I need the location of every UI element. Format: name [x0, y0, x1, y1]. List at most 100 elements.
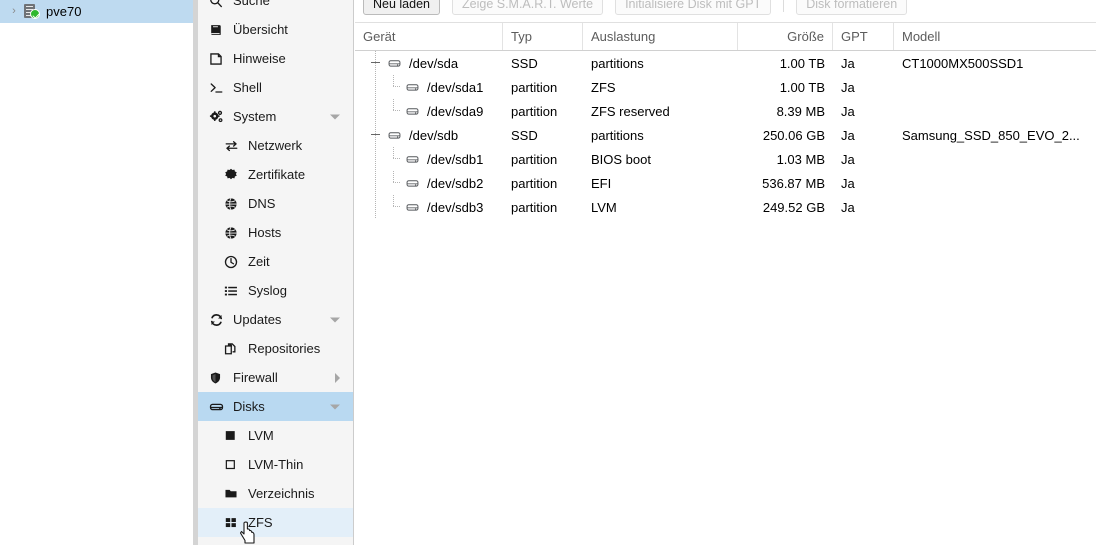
- search-icon: [209, 0, 228, 8]
- grid-header-row: Gerät Typ Auslastung Größe GPT Modell: [355, 22, 1096, 51]
- table-row[interactable]: /dev/sdb SSD partitions 250.06 GB Ja Samsung_…: [355, 123, 1096, 147]
- sidebar-item-netzwerk[interactable]: Netzwerk: [198, 131, 353, 160]
- toolbar-button-zeige-s-m-a-r-t-werte: Zeige S.M.A.R.T. Werte: [452, 0, 604, 15]
- table-row[interactable]: /dev/sda1 partition ZFS 1.00 TB Ja: [355, 75, 1096, 99]
- column-header-size[interactable]: Größe: [738, 23, 833, 50]
- toolbar-button-initialisiere-disk-mit-gpt: Initialisiere Disk mit GPT: [615, 0, 772, 15]
- tree-collapse-icon[interactable]: [367, 123, 385, 147]
- cell-model: [894, 195, 1096, 219]
- table-row[interactable]: /dev/sdb2 partition EFI 536.87 MB Ja: [355, 171, 1096, 195]
- cell-size: 536.87 MB: [762, 175, 825, 191]
- cell-device: /dev/sdb: [355, 123, 503, 147]
- chevron-down-icon[interactable]: [330, 114, 340, 119]
- cell-gpt: Ja: [841, 175, 855, 191]
- tree-indent: [367, 147, 385, 171]
- grid-icon: [224, 516, 243, 529]
- globe-icon: [224, 226, 243, 240]
- sidebar-item-hinweise[interactable]: Hinweise: [198, 44, 353, 73]
- column-header-usage[interactable]: Auslastung: [583, 23, 738, 50]
- cell-model: CT1000MX500SSD1: [902, 55, 1024, 71]
- sidebar-item-label: System: [233, 109, 277, 124]
- cell-gpt: Ja: [841, 79, 855, 95]
- cell-size: 249.52 GB: [762, 199, 825, 215]
- sidebar-item-lvm[interactable]: LVM: [198, 421, 353, 450]
- column-header-device[interactable]: Gerät: [355, 23, 503, 50]
- sidebar-item-zeit[interactable]: Zeit: [198, 247, 353, 276]
- sidebar-item-dns[interactable]: DNS: [198, 189, 353, 218]
- device-name: /dev/sdb3: [427, 199, 484, 215]
- cell-gpt: Ja: [841, 199, 855, 215]
- cell-model: [894, 147, 1096, 171]
- sidebar-item-suche[interactable]: Suche: [198, 0, 353, 15]
- column-header-gpt[interactable]: GPT: [833, 23, 894, 50]
- device-name: /dev/sdb: [409, 127, 459, 143]
- cell-model: [894, 99, 1096, 123]
- terminal-icon: [209, 81, 228, 95]
- toolbar-button-neu-laden[interactable]: Neu laden: [363, 0, 440, 15]
- cell-device: /dev/sda: [355, 51, 503, 75]
- cell-type: SSD: [511, 55, 538, 71]
- sidebar-item-zertifikate[interactable]: Zertifikate: [198, 160, 353, 189]
- column-header-model[interactable]: Modell: [894, 23, 1096, 50]
- chevron-right-icon[interactable]: ›: [7, 5, 21, 19]
- sidebar-item-bersicht[interactable]: Übersicht: [198, 15, 353, 44]
- sidebar-item-repositories[interactable]: Repositories: [198, 334, 353, 363]
- sidebar-item-label: LVM: [248, 428, 274, 443]
- cell-model: [894, 75, 1096, 99]
- cell-usage: ZFS: [591, 79, 616, 95]
- cell-usage: partitions: [591, 127, 644, 143]
- tree-indent: [367, 75, 385, 99]
- sidebar-item-label: Repositories: [248, 341, 321, 356]
- disk-icon: [385, 56, 403, 70]
- sidebar-item-label: Syslog: [248, 283, 288, 298]
- sidebar-item-disks[interactable]: Disks: [198, 392, 353, 421]
- disk-icon: [403, 104, 421, 118]
- cell-usage: BIOS boot: [591, 151, 651, 167]
- tree-branch-line: [385, 99, 403, 123]
- gears-icon: [209, 110, 228, 124]
- table-row[interactable]: /dev/sda9 partition ZFS reserved 8.39 MB Ja: [355, 99, 1096, 123]
- sidebar-item-hosts[interactable]: Hosts: [198, 218, 353, 247]
- sidebar-item-firewall[interactable]: Firewall: [198, 363, 353, 392]
- sidebar-item-label: ZFS: [248, 515, 273, 530]
- sidebar-item-label: Übersicht: [233, 22, 288, 37]
- sidebar-item-label: Disks: [233, 399, 265, 414]
- sidebar-item-label: Verzeichnis: [248, 486, 315, 501]
- table-row[interactable]: /dev/sda SSD partitions 1.00 TB Ja CT1000MX50…: [355, 51, 1096, 75]
- cell-size: 1.03 MB: [776, 151, 825, 167]
- note-icon: [209, 52, 228, 66]
- sidebar-item-shell[interactable]: Shell: [198, 73, 353, 102]
- sidebar-item-verzeichnis[interactable]: Verzeichnis: [198, 479, 353, 508]
- sidebar-item-zfs[interactable]: ZFS: [198, 508, 353, 537]
- book-icon: [209, 23, 228, 37]
- sidebar-item-syslog[interactable]: Syslog: [198, 276, 353, 305]
- cell-gpt: Ja: [841, 103, 855, 119]
- disk-icon: [385, 128, 403, 142]
- grid-body: /dev/sda SSD partitions 1.00 TB Ja CT1000MX50…: [355, 51, 1096, 219]
- cell-type: SSD: [511, 127, 538, 143]
- cell-device: /dev/sdb2: [355, 171, 503, 195]
- square-outline-icon: [224, 458, 243, 471]
- cell-usage: partitions: [591, 55, 644, 71]
- sidebar-item-label: LVM-Thin: [248, 457, 304, 472]
- chevron-down-icon[interactable]: [330, 404, 340, 409]
- tree-item-pve70[interactable]: › pve70: [0, 0, 193, 23]
- cell-type: partition: [511, 79, 558, 95]
- cell-type: partition: [511, 175, 558, 191]
- table-row[interactable]: /dev/sdb1 partition BIOS boot 1.03 MB Ja: [355, 147, 1096, 171]
- cell-usage: EFI: [591, 175, 612, 191]
- sidebar-item-system[interactable]: System: [198, 102, 353, 131]
- cell-size: 250.06 GB: [762, 127, 825, 143]
- cell-type: partition: [511, 199, 558, 215]
- cell-device: /dev/sda9: [355, 99, 503, 123]
- chevron-down-icon[interactable]: [330, 317, 340, 322]
- sidebar-item-updates[interactable]: Updates: [198, 305, 353, 334]
- sidebar-item-label: Hinweise: [233, 51, 286, 66]
- device-name: /dev/sda9: [427, 103, 484, 119]
- sidebar-item-lvm-thin[interactable]: LVM-Thin: [198, 450, 353, 479]
- column-header-type[interactable]: Typ: [503, 23, 583, 50]
- exchange-icon: [224, 139, 243, 153]
- chevron-right-icon[interactable]: [335, 372, 340, 383]
- table-row[interactable]: /dev/sdb3 partition LVM 249.52 GB Ja: [355, 195, 1096, 219]
- tree-collapse-icon[interactable]: [367, 51, 385, 75]
